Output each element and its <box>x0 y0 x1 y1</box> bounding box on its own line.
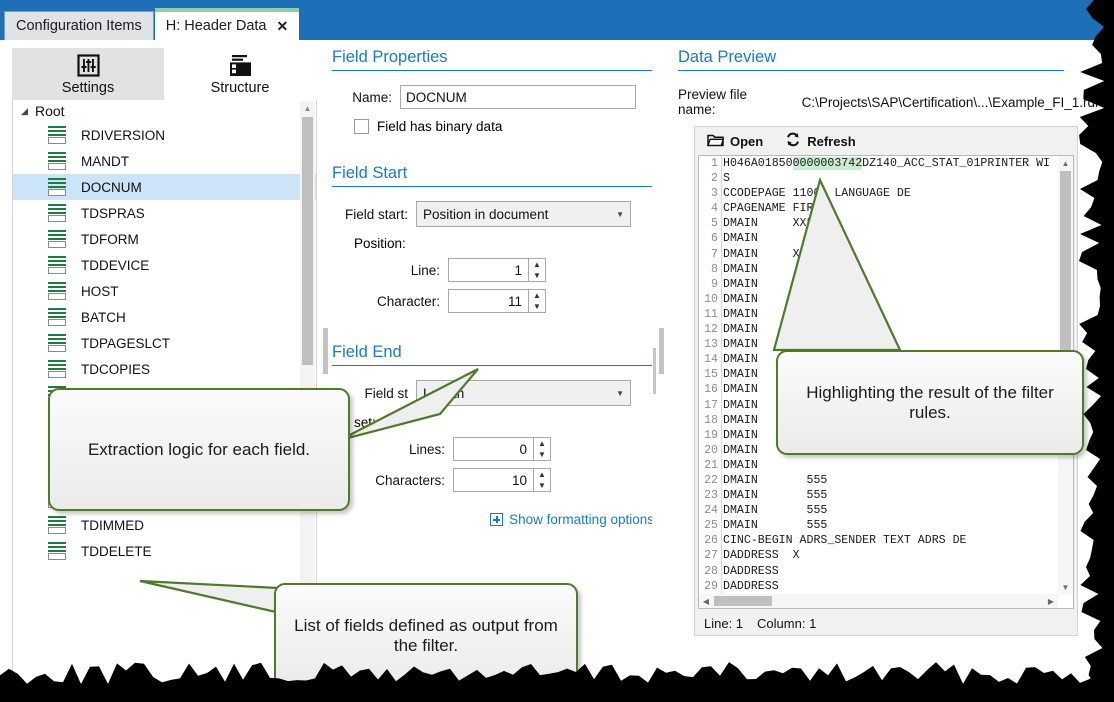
callout-extraction-logic: Extraction logic for each field. <box>48 388 350 511</box>
tab-label: H: Header Data <box>166 18 267 34</box>
callout-field-list: List of fields defined as output from th… <box>274 583 578 688</box>
callout-text: List of fields defined as output from th… <box>290 616 562 656</box>
close-icon[interactable]: ✕ <box>276 19 288 33</box>
callout-text: Highlighting the result of the filter ru… <box>792 383 1068 423</box>
tab-label: Configuration Items <box>16 18 142 34</box>
callout-text: Extraction logic for each field. <box>88 440 310 460</box>
application-window: Configuration Items H: Header Data ✕ <box>0 0 1114 702</box>
tab-header-data[interactable]: H: Header Data ✕ <box>155 8 299 40</box>
callout-highlighting: Highlighting the result of the filter ru… <box>776 350 1084 455</box>
tab-configuration-items[interactable]: Configuration Items <box>4 11 154 40</box>
work-area: Settings Structure <box>0 40 1114 702</box>
document-tab-strip: Configuration Items H: Header Data ✕ <box>4 8 300 40</box>
